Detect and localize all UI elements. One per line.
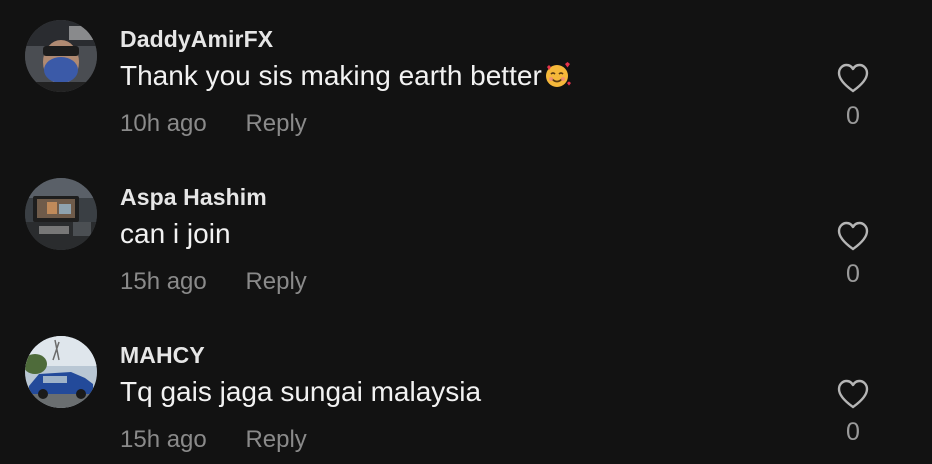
like-button[interactable]: 0 <box>833 62 873 138</box>
avatar[interactable] <box>25 178 97 250</box>
comment-meta: 10h ago Reply <box>120 110 307 138</box>
like-button[interactable]: 0 <box>833 378 873 454</box>
comment-text: can i join <box>120 218 231 249</box>
like-count: 0 <box>846 102 860 130</box>
comment-username[interactable]: Aspa Hashim <box>120 184 267 211</box>
comment-time: 10h ago <box>120 110 207 137</box>
comment-item: DaddyAmirFX Thank you sis making earth b… <box>0 0 932 158</box>
reply-button[interactable]: Reply <box>245 268 306 295</box>
comment-username[interactable]: DaddyAmirFX <box>120 26 273 53</box>
comment-text-content: Thank you sis making earth better <box>120 60 542 91</box>
heart-outline-icon <box>837 221 869 251</box>
reply-button[interactable]: Reply <box>245 426 306 453</box>
avatar-image <box>25 20 97 92</box>
avatar[interactable] <box>25 336 97 408</box>
like-count: 0 <box>846 418 860 446</box>
reply-button[interactable]: Reply <box>245 110 306 137</box>
avatar-image <box>25 336 97 408</box>
avatar-image <box>25 178 97 250</box>
like-button[interactable]: 0 <box>833 220 873 296</box>
heart-outline-icon <box>837 379 869 409</box>
heart-outline-icon <box>837 63 869 93</box>
comment-item: MAHCY Tq gais jaga sungai malaysia 15h a… <box>0 316 932 464</box>
comment-list: DaddyAmirFX Thank you sis making earth b… <box>0 0 932 464</box>
comment-username[interactable]: MAHCY <box>120 342 205 369</box>
smiling-face-with-hearts-emoji-icon <box>545 62 571 87</box>
comment-meta: 15h ago Reply <box>120 426 307 454</box>
comment-item: Aspa Hashim can i join 15h ago Reply 0 <box>0 158 932 316</box>
comment-meta: 15h ago Reply <box>120 268 307 296</box>
comment-time: 15h ago <box>120 426 207 453</box>
comment-text: Tq gais jaga sungai malaysia <box>120 376 482 407</box>
avatar[interactable] <box>25 20 97 92</box>
like-count: 0 <box>846 260 860 288</box>
comment-time: 15h ago <box>120 268 207 295</box>
comment-text: Thank you sis making earth better <box>120 60 571 92</box>
